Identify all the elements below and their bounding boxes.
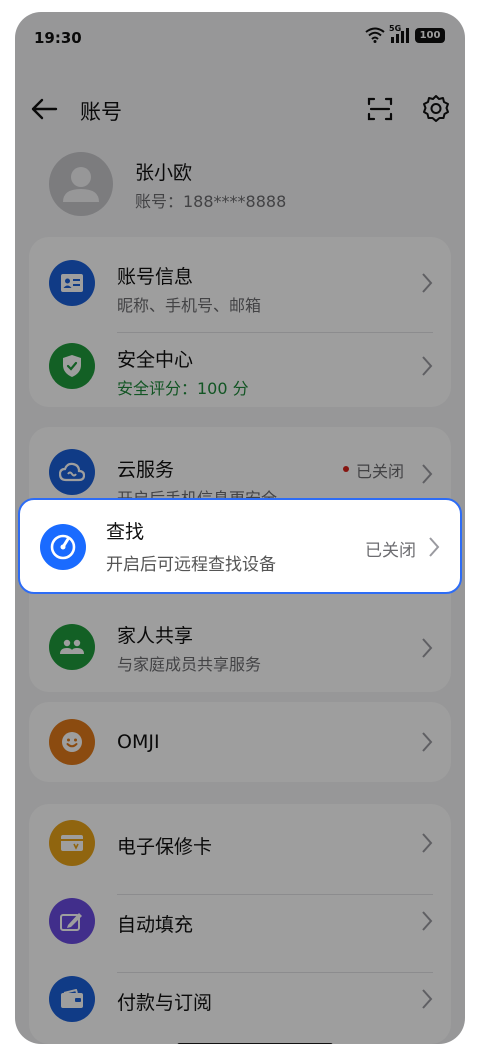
chevron-right-icon [429,537,440,557]
radar-icon [40,524,86,570]
find-device-subtitle: 开启后可远程查找设备 [106,555,276,575]
find-device-title: 查找 [106,521,145,543]
find-device-row[interactable]: 查找 开启后可远程查找设备 已关闭 [18,498,462,594]
find-device-status: 已关闭 [365,541,416,561]
home-indicator[interactable] [177,1043,333,1044]
